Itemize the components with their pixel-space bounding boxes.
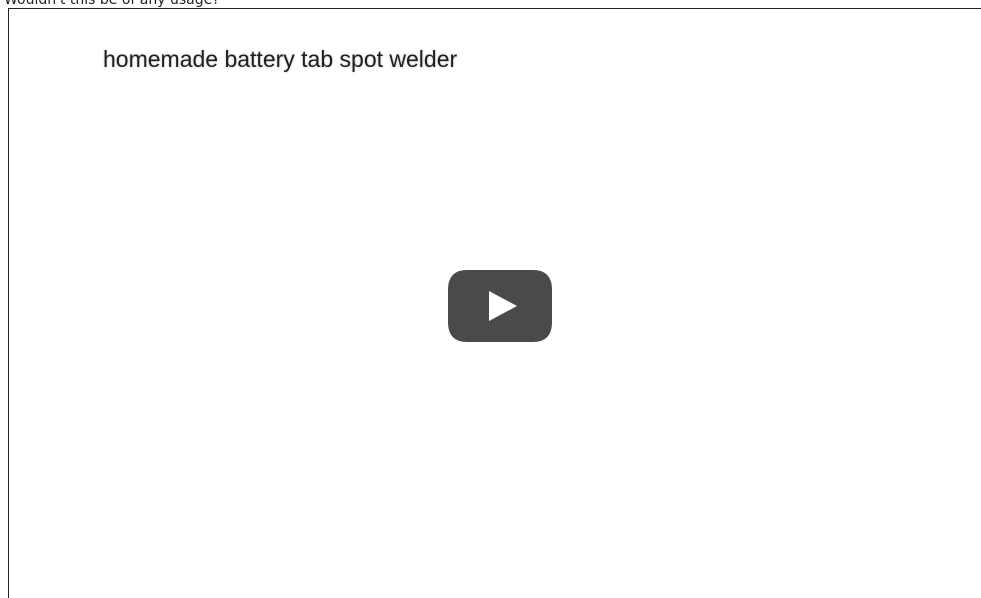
play-button[interactable] — [447, 269, 553, 343]
video-title-link[interactable]: homemade battery tab spot welder — [103, 45, 457, 73]
play-icon — [448, 270, 552, 342]
video-embed[interactable]: homemade battery tab spot welder — [8, 8, 981, 598]
